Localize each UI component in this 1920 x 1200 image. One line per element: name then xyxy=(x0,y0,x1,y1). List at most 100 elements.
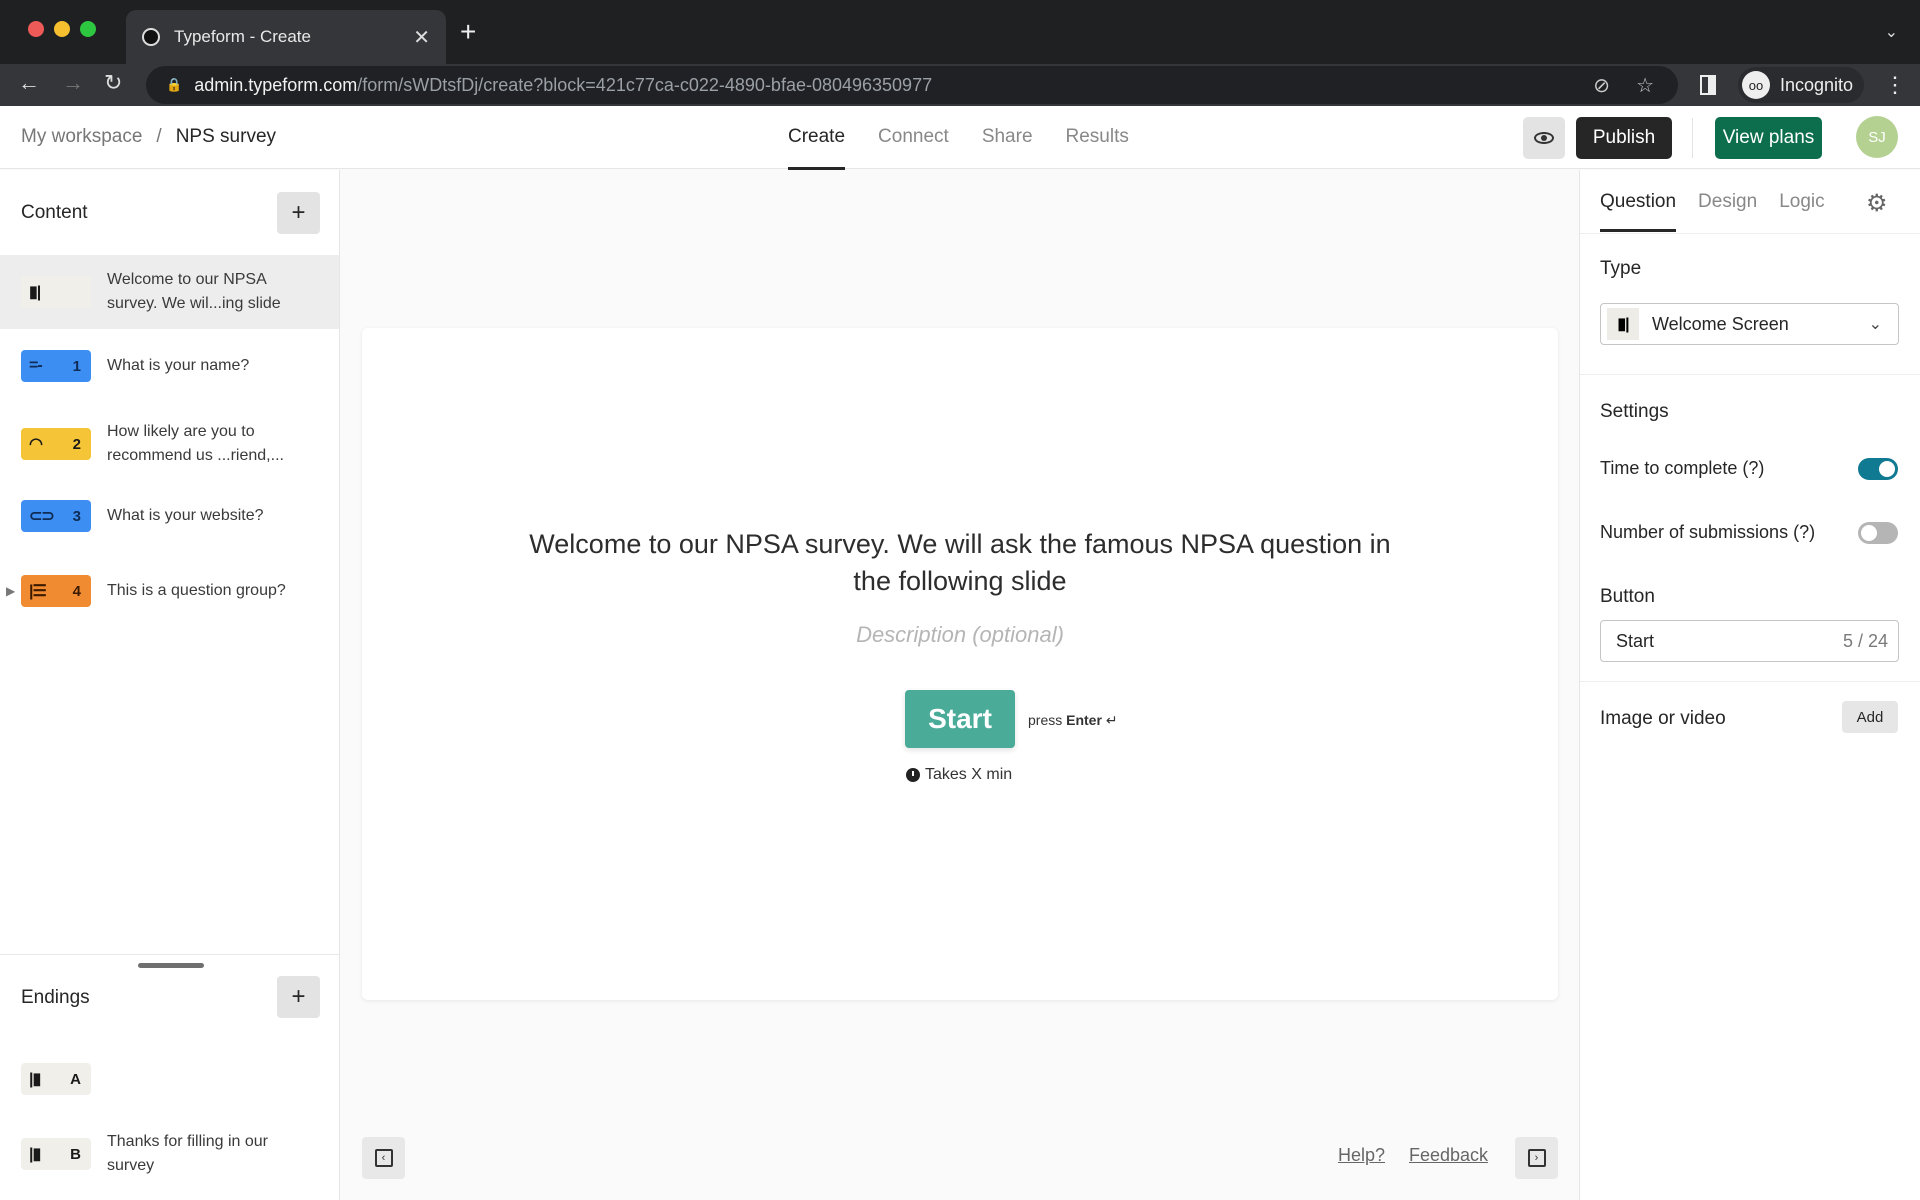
add-image-button[interactable]: Add xyxy=(1842,701,1898,733)
content-item-1[interactable]: =- 1 What is your name? xyxy=(0,350,339,382)
bookmark-star-icon[interactable]: ☆ xyxy=(1636,73,1654,98)
new-tab-icon[interactable]: + xyxy=(460,16,476,48)
expand-caret-icon[interactable]: ▶ xyxy=(6,584,15,598)
link-icon: ⊂⊃ xyxy=(29,508,55,525)
ending-screen-icon: |▮ xyxy=(29,1146,41,1163)
header-divider xyxy=(1692,118,1693,158)
typeform-favicon-icon xyxy=(142,28,160,46)
section-divider xyxy=(1580,681,1920,682)
content-item-4[interactable]: ▶ |☰ 4 This is a question group? xyxy=(0,575,339,607)
content-item-2[interactable]: ◠ 2 How likely are you to recommend us ..… xyxy=(0,420,339,468)
close-window-button[interactable] xyxy=(28,21,44,37)
item-text: What is your name? xyxy=(107,357,250,374)
panel-collapse-left-icon: ‹ xyxy=(374,1149,393,1167)
collapse-left-panel-button[interactable]: ‹ xyxy=(362,1137,405,1179)
ending-letter: A xyxy=(70,1070,81,1088)
minimize-window-button[interactable] xyxy=(54,21,70,37)
tab-share[interactable]: Share xyxy=(982,126,1033,168)
add-ending-button[interactable]: + xyxy=(277,976,320,1018)
collapse-right-panel-button[interactable]: › xyxy=(1515,1137,1558,1179)
help-link[interactable]: Help? xyxy=(1338,1145,1385,1166)
section-divider xyxy=(1580,374,1920,375)
question-number: 2 xyxy=(72,435,81,453)
button-text-input[interactable]: Start 5 / 24 xyxy=(1600,620,1899,662)
short-text-icon: =- xyxy=(29,357,43,374)
view-plans-button[interactable]: View plans xyxy=(1715,117,1822,159)
breadcrumb-form-name[interactable]: NPS survey xyxy=(176,126,276,147)
app-header: My workspace / NPS survey Create Connect S… xyxy=(0,106,1920,170)
tab-question[interactable]: Question xyxy=(1600,191,1677,232)
tab-logic[interactable]: Logic xyxy=(1779,191,1824,213)
press-enter-hint: press Enter ↵ xyxy=(1028,712,1118,729)
ending-badge: |▮ B xyxy=(21,1138,91,1170)
feedback-link[interactable]: Feedback xyxy=(1409,1145,1488,1166)
description-input[interactable]: Description (optional) xyxy=(520,622,1400,648)
welcome-text[interactable]: Welcome to our NPSA survey. We will ask … xyxy=(520,526,1400,600)
side-panel-icon[interactable] xyxy=(1700,75,1716,95)
browser-menu-icon[interactable]: ⋮ xyxy=(1884,72,1906,98)
time-to-complete-toggle[interactable] xyxy=(1858,458,1898,480)
item-text: How likely are you to recommend us ...ri… xyxy=(107,423,284,464)
settings-panel: Question Design Logic ⚙ Type ▮| Welcome … xyxy=(1579,170,1920,1200)
window-controls xyxy=(28,21,96,37)
gauge-icon: ◠ xyxy=(29,436,43,453)
close-tab-icon[interactable]: ✕ xyxy=(413,25,430,50)
browser-toolbar: ← → ↻ 🔒 admin.typeform.com/form/sWDtsfDj… xyxy=(0,64,1920,106)
tracking-protection-eye-slash-icon[interactable]: ⊘ xyxy=(1593,73,1610,98)
incognito-label: Incognito xyxy=(1780,74,1854,95)
ending-item-a[interactable]: |▮ A xyxy=(0,1063,339,1095)
number-of-submissions-toggle[interactable] xyxy=(1858,522,1898,544)
item-text: Welcome to our NPSA survey. We wil...ing… xyxy=(107,271,281,312)
panel-divider xyxy=(0,954,339,955)
button-label: Button xyxy=(1600,586,1655,607)
tab-design[interactable]: Design xyxy=(1698,191,1757,213)
clock-icon xyxy=(906,768,920,782)
tab-results[interactable]: Results xyxy=(1066,126,1129,168)
add-content-button[interactable]: + xyxy=(277,192,320,234)
ending-screen-icon: |▮ xyxy=(29,1071,41,1088)
user-avatar[interactable]: SJ xyxy=(1856,116,1898,158)
time-to-complete: Takes X min xyxy=(906,766,1012,784)
press-text: press xyxy=(1028,712,1063,728)
tab-create[interactable]: Create xyxy=(788,126,846,170)
publish-button[interactable]: Publish xyxy=(1576,117,1672,159)
incognito-icon: oo xyxy=(1742,71,1770,99)
type-value: Welcome Screen xyxy=(1652,313,1789,334)
content-panel: Content + ▮| Welcome to our NPSA survey.… xyxy=(0,170,340,1200)
address-bar[interactable]: 🔒 admin.typeform.com/form/sWDtsfDj/creat… xyxy=(146,66,1678,104)
browser-tab-bar: Typeform - Create ✕ + ⌄ xyxy=(0,0,1920,64)
start-button[interactable]: Start xyxy=(905,690,1015,748)
question-number: 3 xyxy=(72,507,81,525)
main-tabs: Create Connect Share Results xyxy=(788,126,1129,170)
item-text: Thanks for filling in our survey xyxy=(107,1133,268,1174)
incognito-profile[interactable]: oo Incognito xyxy=(1738,67,1864,103)
url-host: admin.typeform.com xyxy=(194,74,358,95)
welcome-screen-icon: ▮| xyxy=(29,284,41,301)
form-preview-card xyxy=(362,328,1558,1000)
time-text: Takes X min xyxy=(925,766,1013,783)
resize-drag-handle[interactable] xyxy=(138,963,204,968)
question-badge: |☰ 4 xyxy=(21,575,91,607)
reload-icon[interactable]: ↻ xyxy=(104,70,122,96)
ending-item-b[interactable]: |▮ B Thanks for filling in our survey xyxy=(0,1130,339,1178)
content-item-welcome[interactable]: ▮| Welcome to our NPSA survey. We wil...… xyxy=(0,255,339,329)
maximize-window-button[interactable] xyxy=(80,21,96,37)
settings-label: Settings xyxy=(1600,401,1669,422)
browser-tab[interactable]: Typeform - Create ✕ xyxy=(126,10,446,64)
type-label: Type xyxy=(1600,258,1642,279)
back-icon[interactable]: ← xyxy=(18,70,40,96)
breadcrumb-workspace-link[interactable]: My workspace xyxy=(21,126,142,147)
content-item-3[interactable]: ⊂⊃ 3 What is your website? xyxy=(0,500,339,532)
settings-tabs: Question Design Logic xyxy=(1600,191,1825,232)
tab-connect[interactable]: Connect xyxy=(878,126,949,168)
gear-icon[interactable]: ⚙ xyxy=(1866,189,1888,218)
question-number: 4 xyxy=(72,582,81,600)
forward-icon[interactable]: → xyxy=(62,70,84,96)
question-number: 1 xyxy=(72,357,81,375)
breadcrumb: My workspace / NPS survey xyxy=(21,126,276,148)
question-type-select[interactable]: ▮| Welcome Screen ⌄ xyxy=(1600,303,1899,345)
time-to-complete-label: Time to complete (?) xyxy=(1600,458,1765,478)
content-title: Content xyxy=(21,202,88,223)
preview-button[interactable] xyxy=(1523,117,1565,159)
tab-search-chevron-icon[interactable]: ⌄ xyxy=(1885,22,1898,42)
